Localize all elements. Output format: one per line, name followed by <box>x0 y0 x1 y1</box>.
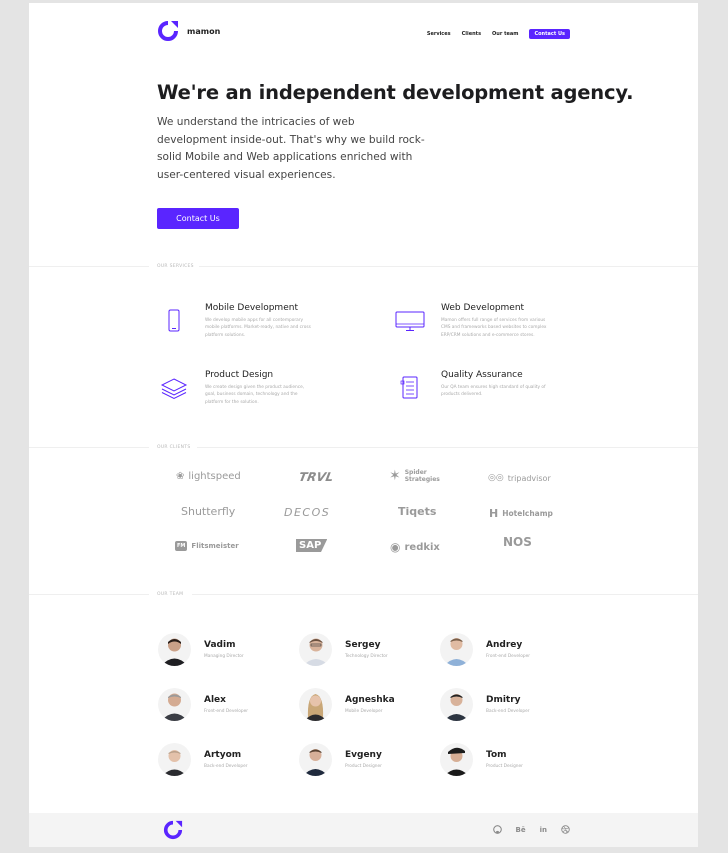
team-label: OUR TEAM <box>157 592 184 597</box>
client-logo-lightspeed: ❀ lightspeed <box>176 471 241 482</box>
client-logo-hotelchamp: H Hotelchamp <box>489 507 553 520</box>
member-role: Mobile Developer <box>345 709 383 714</box>
layers-icon <box>160 378 188 400</box>
client-logo-spider-strategies: ✶ Spider Strategies <box>389 468 440 485</box>
avatar <box>158 688 191 721</box>
hero-description: We understand the intricacies of web dev… <box>157 116 425 181</box>
avatar <box>299 633 332 666</box>
flame-icon: ❀ <box>176 471 185 482</box>
member-name: Alex <box>204 695 226 705</box>
client-logo-decos: DECOS <box>284 506 331 519</box>
smartphone-icon <box>168 309 180 332</box>
avatar <box>158 633 191 666</box>
spider-strategies-icon: ✶ <box>389 468 401 485</box>
client-logo-tiqets: Tiqets <box>398 505 437 518</box>
service-description: We create design given the product audie… <box>205 385 305 405</box>
monitor-icon <box>395 311 425 331</box>
github-icon[interactable] <box>492 825 502 834</box>
member-role: Front-end Developer <box>486 654 530 659</box>
checklist-icon <box>400 376 418 399</box>
member-name: Artyom <box>204 750 242 760</box>
team-member: Sergey Technology Director <box>299 633 388 666</box>
client-logo-redkix: ◉ redkix <box>390 540 440 554</box>
team-member: Tom Product Designer <box>440 743 523 776</box>
team-member: Andrey Front-end Developer <box>440 633 530 666</box>
nav-item-services[interactable]: Services <box>427 31 451 37</box>
brand-name: mamon <box>187 26 221 36</box>
member-role: Managing Director <box>204 654 244 659</box>
divider <box>29 447 149 448</box>
member-name: Evgeny <box>345 750 382 760</box>
member-name: Tom <box>486 750 507 760</box>
service-product-design: Product Design We create design given th… <box>160 370 385 406</box>
hero-title: We're an independent development agency. <box>157 81 634 104</box>
h-mark-icon: H <box>489 507 499 520</box>
team-member: Alex Front-end Developer <box>158 688 248 721</box>
service-title: Mobile Development <box>205 303 298 313</box>
hero-contact-button[interactable]: Contact Us <box>157 208 239 229</box>
service-quality-assurance: Quality Assurance Our QA team ensures hi… <box>400 370 621 399</box>
avatar <box>158 743 191 776</box>
service-mobile-development: Mobile Development We develop mobile app… <box>168 303 385 339</box>
client-logo-flitsmeister: FM Flitsmeister <box>175 541 239 551</box>
dribbble-icon[interactable] <box>561 825 570 834</box>
divider <box>29 266 149 267</box>
service-web-development: Web Development Mamon offers full range … <box>395 303 621 339</box>
divider <box>29 594 149 595</box>
linkedin-icon[interactable]: in <box>540 826 547 834</box>
footer: Bē in <box>29 813 698 847</box>
service-description: Our QA team ensures high standard of qua… <box>441 385 546 398</box>
member-role: Product Designer <box>486 764 523 769</box>
owl-icon: ◎◎ <box>488 473 504 483</box>
nav-item-our-team[interactable]: Our team <box>492 31 518 37</box>
member-role: Product Designer <box>345 764 382 769</box>
team-member: Vadim Managing Director <box>158 633 244 666</box>
avatar <box>440 633 473 666</box>
nav-item-clients[interactable]: Clients <box>462 31 481 37</box>
divider <box>197 447 698 448</box>
redkix-icon: ◉ <box>390 540 401 554</box>
behance-icon[interactable]: Bē <box>516 826 526 834</box>
nav-contact-button[interactable]: Contact Us <box>529 29 570 39</box>
service-title: Web Development <box>441 303 525 313</box>
member-role: Back-end Developer <box>204 764 248 769</box>
avatar <box>440 688 473 721</box>
social-links: Bē in <box>492 825 570 834</box>
avatar <box>299 688 332 721</box>
divider <box>199 266 698 267</box>
clients-label: OUR CLIENTS <box>157 445 191 450</box>
member-role: Front-end Developer <box>204 709 248 714</box>
member-name: Vadim <box>204 640 236 650</box>
page: mamon Services Clients Our team Contact … <box>29 3 698 847</box>
team-member: Dmitry Back-end Developer <box>440 688 530 721</box>
member-name: Sergey <box>345 640 381 650</box>
client-logo-shutterfly: Shutterfly <box>181 505 236 518</box>
service-description: We develop mobile apps for all contempor… <box>205 318 311 338</box>
service-title: Product Design <box>205 370 274 380</box>
main-nav: Services Clients Our team Contact Us <box>427 29 570 39</box>
avatar <box>299 743 332 776</box>
team-member: Artyom Back-end Developer <box>158 743 248 776</box>
member-name: Andrey <box>486 640 523 650</box>
divider <box>192 594 698 595</box>
footer-logo-icon[interactable] <box>163 820 183 840</box>
avatar <box>440 743 473 776</box>
client-logo-trvl: TRVL <box>297 470 335 484</box>
client-logo-sap: SAP <box>296 539 328 552</box>
service-title: Quality Assurance <box>441 370 523 380</box>
fm-badge-icon: FM <box>175 541 188 551</box>
member-name: Agneshka <box>345 695 395 705</box>
member-role: Back-end Developer <box>486 709 530 714</box>
client-logo-tripadvisor: ◎◎ tripadvisor <box>488 473 551 483</box>
service-description: Mamon offers full range of services from… <box>441 318 547 338</box>
client-logo-nos: NOS <box>503 535 532 549</box>
team-member: Evgeny Product Designer <box>299 743 382 776</box>
member-name: Dmitry <box>486 695 521 705</box>
logo[interactable]: mamon <box>157 20 220 42</box>
logo-mark-icon <box>158 21 178 41</box>
member-role: Technology Director <box>345 654 388 659</box>
team-member: Agneshka Mobile Developer <box>299 688 395 721</box>
services-label: OUR SERVICES <box>157 264 194 269</box>
